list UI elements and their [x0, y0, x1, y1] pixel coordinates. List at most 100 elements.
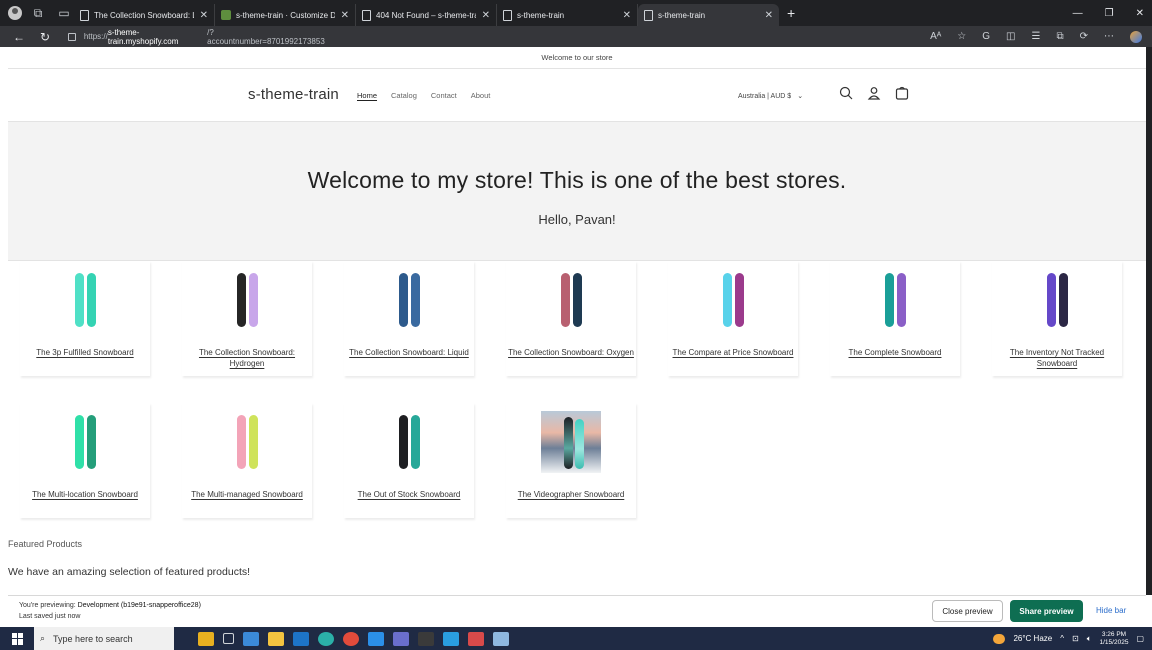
product-title-link[interactable]: The 3p Fulfilled Snowboard: [20, 347, 150, 358]
read-aloud-icon[interactable]: Aᴬ: [930, 31, 941, 42]
tab-actions-icon[interactable]: ▭: [54, 3, 74, 23]
nav-home[interactable]: Home: [357, 91, 377, 100]
store-logo[interactable]: s-theme-train: [248, 86, 339, 103]
restore-icon[interactable]: ❐: [1105, 8, 1114, 19]
close-tab-icon[interactable]: ✕: [765, 10, 773, 21]
app-icon[interactable]: [468, 631, 484, 646]
vscode-icon[interactable]: [368, 631, 384, 646]
split-screen-icon[interactable]: ◫: [1006, 31, 1015, 42]
product-image[interactable]: [182, 269, 312, 331]
product-image[interactable]: [506, 269, 636, 331]
product-card[interactable]: The Compare at Price Snowboard: [668, 261, 798, 376]
edge-icon[interactable]: [318, 631, 334, 646]
product-image[interactable]: [344, 269, 474, 331]
notepad-icon[interactable]: [493, 631, 509, 646]
favorite-star-icon[interactable]: ☆: [957, 31, 966, 42]
product-image[interactable]: [20, 411, 150, 473]
photos-icon[interactable]: [443, 631, 459, 646]
terminal-icon[interactable]: [418, 631, 434, 646]
product-title-link[interactable]: The Collection Snowboard: Oxygen: [506, 347, 636, 358]
close-tab-icon[interactable]: ✕: [200, 10, 208, 21]
page-scrollbar[interactable]: [1146, 47, 1152, 595]
product-image[interactable]: [992, 269, 1122, 331]
close-preview-button[interactable]: Close preview: [932, 600, 1003, 622]
product-image[interactable]: [506, 411, 636, 473]
new-tab-icon[interactable]: +: [787, 5, 795, 21]
product-title-link[interactable]: The Inventory Not Tracked Snowboard: [992, 347, 1122, 369]
browser-tab-1[interactable]: The Collection Snowboard: Liquid ✕: [74, 4, 215, 26]
nav-catalog[interactable]: Catalog: [391, 91, 417, 100]
cart-icon[interactable]: [894, 85, 910, 101]
hero-title: Welcome to my store! This is one of the …: [307, 167, 847, 193]
browser-tab-3[interactable]: 404 Not Found – s-theme-train ✕: [356, 4, 497, 26]
minimize-icon[interactable]: —: [1073, 8, 1083, 19]
outlook-icon[interactable]: [293, 631, 309, 646]
search-icon[interactable]: [838, 85, 854, 101]
tray-chevron-icon[interactable]: ^: [1060, 634, 1064, 643]
product-image[interactable]: [182, 411, 312, 473]
product-card[interactable]: The Inventory Not Tracked Snowboard: [992, 261, 1122, 376]
clock[interactable]: 3:26 PM 1/15/2025: [1100, 631, 1129, 647]
product-card[interactable]: The 3p Fulfilled Snowboard: [20, 261, 150, 376]
share-preview-button[interactable]: Share preview: [1010, 600, 1083, 622]
close-tab-icon[interactable]: ✕: [623, 10, 631, 21]
product-card[interactable]: The Videographer Snowboard: [506, 403, 636, 518]
country-currency-selector[interactable]: Australia | AUD $ ⌄: [738, 92, 803, 101]
network-icon[interactable]: ⊡: [1072, 634, 1079, 643]
refresh-icon[interactable]: ↻: [38, 30, 52, 44]
nav-about[interactable]: About: [471, 91, 491, 100]
close-tab-icon[interactable]: ✕: [482, 10, 490, 21]
copilot-icon[interactable]: ⟳: [1080, 31, 1088, 42]
product-title-link[interactable]: The Out of Stock Snowboard: [344, 489, 474, 500]
file-explorer-icon[interactable]: [268, 631, 284, 646]
app-icon[interactable]: [198, 631, 214, 646]
workspaces-icon[interactable]: ⧉: [28, 3, 48, 23]
product-title-link[interactable]: The Collection Snowboard: Hydrogen: [182, 347, 312, 369]
edge-copilot-icon[interactable]: [1130, 30, 1142, 43]
previewing-prefix: You're previewing:: [19, 602, 78, 609]
product-card[interactable]: The Collection Snowboard: Hydrogen: [182, 261, 312, 376]
product-card[interactable]: The Multi-location Snowboard: [20, 403, 150, 518]
product-card[interactable]: The Collection Snowboard: Oxygen: [506, 261, 636, 376]
teams-icon[interactable]: [393, 631, 409, 646]
close-tab-icon[interactable]: ✕: [341, 10, 349, 21]
browser-tab-5-active[interactable]: s-theme-train ✕: [638, 4, 779, 26]
product-card[interactable]: The Complete Snowboard: [830, 261, 960, 376]
product-title-link[interactable]: The Videographer Snowboard: [506, 489, 636, 500]
notifications-icon[interactable]: ▢: [1136, 634, 1144, 643]
nav-contact[interactable]: Contact: [431, 91, 457, 100]
product-title-link[interactable]: The Multi-managed Snowboard: [182, 489, 312, 500]
product-card[interactable]: The Out of Stock Snowboard: [344, 403, 474, 518]
profile-avatar-icon[interactable]: [8, 6, 22, 20]
product-title-link[interactable]: The Complete Snowboard: [830, 347, 960, 358]
browser-tab-2[interactable]: s-theme-train · Customize Develo… ✕: [215, 4, 356, 26]
volume-icon[interactable]: 🔈︎: [1087, 634, 1092, 644]
close-window-icon[interactable]: ✕: [1136, 8, 1144, 19]
windows-start-icon[interactable]: [12, 632, 24, 645]
product-image[interactable]: [344, 411, 474, 473]
extension-icon[interactable]: G: [982, 31, 990, 42]
product-card[interactable]: The Multi-managed Snowboard: [182, 403, 312, 518]
url-field[interactable]: https://s-theme-train.myshopify.com /?acc…: [68, 28, 328, 46]
product-card[interactable]: The Collection Snowboard: Liquid: [344, 261, 474, 376]
product-image[interactable]: [20, 269, 150, 331]
favorites-icon[interactable]: ☰: [1032, 31, 1041, 42]
hide-bar-link[interactable]: Hide bar: [1096, 606, 1126, 615]
product-title-link[interactable]: The Collection Snowboard: Liquid: [344, 347, 474, 358]
browser-tab-4[interactable]: s-theme-train ✕: [497, 4, 638, 26]
taskbar-search-box[interactable]: ⌕ Type here to search: [34, 627, 174, 650]
store-app-icon[interactable]: [243, 631, 259, 646]
account-icon[interactable]: [866, 85, 882, 101]
snowboard-image: [74, 415, 84, 469]
product-image[interactable]: [668, 269, 798, 331]
collections-icon[interactable]: ⧉: [1056, 31, 1063, 42]
tab-title: s-theme-train: [658, 10, 706, 20]
weather-text[interactable]: 26°C Haze: [1013, 634, 1052, 643]
product-title-link[interactable]: The Multi-location Snowboard: [20, 489, 150, 500]
chrome-icon[interactable]: [343, 631, 359, 646]
product-title-link[interactable]: The Compare at Price Snowboard: [668, 347, 798, 358]
product-image[interactable]: [830, 269, 960, 331]
back-icon[interactable]: ←: [12, 30, 26, 44]
more-menu-icon[interactable]: ⋯: [1104, 31, 1114, 42]
task-view-icon[interactable]: [223, 633, 234, 644]
